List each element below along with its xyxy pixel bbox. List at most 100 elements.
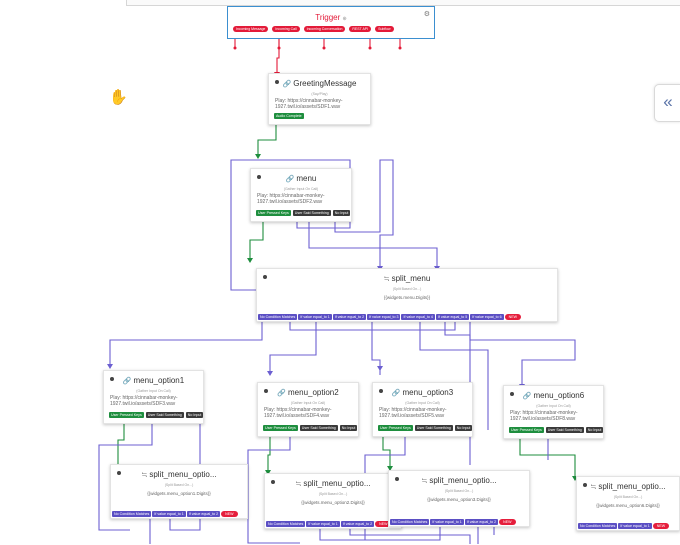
trigger-tab-incoming-message[interactable]: Incoming Message xyxy=(233,26,269,32)
widget-body-text: Play: https://cinnabar-monkey-1927.twil.… xyxy=(275,98,343,110)
widget-split-menu-option1[interactable]: ≒ split_menu_optio... (Split Based On...)… xyxy=(110,464,248,519)
link-icon: 🔗 xyxy=(285,176,295,183)
trigger-tab-incoming-call[interactable]: Incoming Call xyxy=(272,26,300,32)
widget-title: split_menu_optio... xyxy=(598,482,666,491)
output-no-input[interactable]: No Input xyxy=(585,427,604,433)
output-no-input[interactable]: No Input xyxy=(339,425,358,431)
widget-title: menu_option1 xyxy=(133,376,185,385)
widget-outputs: User Pressed Keys User Said Something No… xyxy=(509,427,604,433)
output-equal-2[interactable]: If value equal_to 2 xyxy=(464,519,499,525)
link-icon: 🔗 xyxy=(277,390,286,397)
output-equal-4[interactable]: If value equal_to 4 xyxy=(401,314,435,320)
widget-split-menu-option2[interactable]: ≒ split_menu_optio... (Split Based On...)… xyxy=(264,473,402,529)
hand-cursor-icon: ✋ xyxy=(109,89,128,106)
split-icon: ≒ xyxy=(141,472,148,479)
output-no-condition-matches[interactable]: No Condition Matches xyxy=(390,519,430,525)
output-user-pressed-keys[interactable]: User Pressed Keys xyxy=(256,210,291,216)
widget-header: ≒ split_menu xyxy=(257,274,557,283)
widget-outputs: No Condition Matches If value equal_to 1… xyxy=(390,519,516,525)
widget-type: (Say/Play) xyxy=(311,92,328,96)
widget-greeting-message[interactable]: 🔗 GreetingMessage (Say/Play) Play: https:… xyxy=(268,73,371,125)
split3-out-wire xyxy=(477,525,495,544)
output-equal-2[interactable]: If value equal_to 2 xyxy=(332,314,367,320)
new-condition-button[interactable]: NEW xyxy=(652,523,670,529)
output-equal-6[interactable]: If value equal_to 6 xyxy=(470,314,504,320)
link-icon: 🔗 xyxy=(122,378,132,385)
gear-icon[interactable]: ⚙ xyxy=(424,10,430,18)
split-opt6-wire xyxy=(469,318,576,388)
widget-split-menu[interactable]: ≒ split_menu (Split Based On...) {{widget… xyxy=(256,268,558,322)
widget-body-text: Play: https://cinnabar-monkey-1927.twil.… xyxy=(379,407,447,419)
widget-split-menu-option6[interactable]: ≒ split_menu_optio... (Split Based On...)… xyxy=(576,476,680,531)
link-icon: 🔗 xyxy=(282,81,292,88)
output-no-condition-matches[interactable]: No Condition Matches xyxy=(578,523,618,529)
widget-body-text: Play: https://cinnabar-monkey-1927.twil.… xyxy=(264,407,332,419)
widget-variable: {{widgets.menu_option1.Digits}} xyxy=(147,491,211,496)
widget-header: ≒ split_menu_optio... xyxy=(389,476,529,485)
new-condition-button[interactable]: NEW xyxy=(499,519,516,525)
output-no-input[interactable]: No Input xyxy=(185,412,204,418)
trigger-widget[interactable]: Trigger ⊕ ⚙ Incoming Message Incoming Ca… xyxy=(227,6,435,39)
widget-menu-option6[interactable]: 🔗 menu_option6 (Gather Input On Call) Pla… xyxy=(503,385,604,439)
trigger-tab-incoming-conversation[interactable]: Incoming Conversation xyxy=(303,26,346,32)
opt1-keys-wire xyxy=(117,420,125,470)
output-equal-3[interactable]: If value equal_to 3 xyxy=(367,314,401,320)
widget-outputs: User Pressed Keys User Said Something No… xyxy=(109,412,204,418)
widget-menu-option3[interactable]: 🔗 menu_option3 (Gather Input On Call) Pla… xyxy=(372,382,473,437)
widget-split-menu-option3[interactable]: ≒ split_menu_optio... (Split Based On...)… xyxy=(388,470,530,527)
output-equal-1[interactable]: If value equal_to 1 xyxy=(298,314,332,320)
output-user-said-something[interactable]: User Said Something xyxy=(292,210,331,216)
widget-header: 🔗 menu_option6 xyxy=(504,391,603,400)
widget-type: (Split Based On...) xyxy=(444,489,474,493)
widget-type: (Gather Input On Call) xyxy=(536,404,571,408)
output-equal-1[interactable]: If value equal_to 1 xyxy=(306,521,340,527)
widget-variable: {{widgets.menu_option2.Digits}} xyxy=(301,500,365,505)
output-equal-2[interactable]: If value equal_to 2 xyxy=(186,511,221,517)
output-equal-2[interactable]: If value equal_to 2 xyxy=(340,521,375,527)
widget-type: (Split Based On...) xyxy=(164,483,194,487)
widget-outputs: No Condition Matches If value equal_to 1… xyxy=(112,511,238,517)
widget-title: split_menu_optio... xyxy=(303,479,371,488)
output-equal-1[interactable]: If value equal_to 1 xyxy=(430,519,464,525)
output-no-condition-matches[interactable]: No Condition Matches xyxy=(266,521,306,527)
trigger-tab-subflow[interactable]: Subflow xyxy=(375,26,394,32)
output-equal-1[interactable]: If value equal_to 1 xyxy=(152,511,186,517)
output-equal-1[interactable]: If value equal_to 1 xyxy=(618,523,652,529)
new-condition-button[interactable]: NEW xyxy=(504,314,521,320)
trigger-tab-rest-api[interactable]: REST API xyxy=(349,26,372,32)
flow-canvas[interactable]: Trigger ⊕ ⚙ Incoming Message Incoming Ca… xyxy=(0,0,680,545)
trigger-title: Trigger xyxy=(315,13,341,22)
trigger-tabs: Incoming Message Incoming Call Incoming … xyxy=(233,26,394,32)
widget-body-text: Play: https://cinnabar-monkey-1927.twil.… xyxy=(257,193,325,205)
link-icon: 🔗 xyxy=(391,390,401,397)
output-user-said-something[interactable]: User Said Something xyxy=(145,412,184,418)
output-user-pressed-keys[interactable]: User Pressed Keys xyxy=(509,427,544,433)
new-condition-button[interactable]: NEW xyxy=(221,511,238,517)
output-user-pressed-keys[interactable]: User Pressed Keys xyxy=(263,425,298,431)
widget-outputs: No Condition Matches If value equal_to 1… xyxy=(258,314,521,320)
output-no-input[interactable]: No Input xyxy=(332,210,351,216)
widget-menu-option2[interactable]: 🔗 menu_option2 (Gather Input On Call) Pla… xyxy=(257,382,359,437)
widget-title: split_menu xyxy=(391,274,431,283)
output-no-condition-matches[interactable]: No Condition Matches xyxy=(258,314,298,320)
output-no-condition-matches[interactable]: No Condition Matches xyxy=(112,511,152,517)
output-user-said-something[interactable]: User Said Something xyxy=(545,427,584,433)
widget-menu-option1[interactable]: 🔗 menu_option1 (Gather Input On Call) Pla… xyxy=(103,370,204,424)
output-audio-complete[interactable]: Audio Complete xyxy=(274,113,304,119)
widget-title: GreetingMessage xyxy=(293,79,357,88)
output-user-said-something[interactable]: User Said Something xyxy=(299,425,338,431)
split-icon: ≒ xyxy=(383,276,390,283)
widget-variable: {{widgets.menu.Digits}} xyxy=(383,295,431,300)
output-no-input[interactable]: No Input xyxy=(454,425,473,431)
output-user-pressed-keys[interactable]: User Pressed Keys xyxy=(109,412,144,418)
widget-type: (Split Based On...) xyxy=(613,495,643,499)
output-user-said-something[interactable]: User Said Something xyxy=(414,425,453,431)
widget-outputs: User Pressed Keys User Said Something No… xyxy=(378,425,473,431)
widget-outputs: No Condition Matches If value equal_to 1… xyxy=(578,523,670,529)
widget-menu[interactable]: 🔗 menu (Gather Input On Call) Play: https… xyxy=(250,168,352,222)
widget-title: split_menu_optio... xyxy=(149,470,217,479)
double-chevron-left-icon[interactable]: « xyxy=(654,84,680,122)
output-user-pressed-keys[interactable]: User Pressed Keys xyxy=(378,425,413,431)
output-equal-5[interactable]: If value equal_to 5 xyxy=(435,314,470,320)
widget-header: 🔗 menu xyxy=(251,174,351,183)
